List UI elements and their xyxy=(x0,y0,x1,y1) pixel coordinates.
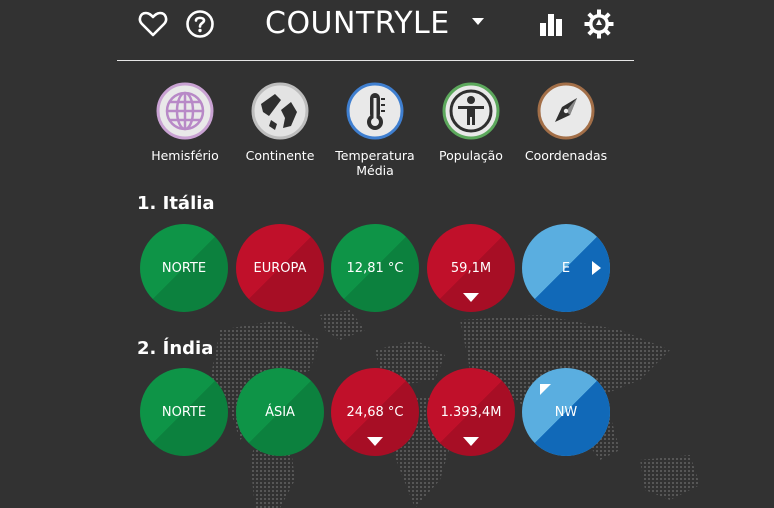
app-title[interactable]: COUNTRYLE xyxy=(265,6,450,46)
category-label: Hemisfério xyxy=(151,148,219,163)
category-label: População xyxy=(439,148,503,163)
category-temperature: Temperatura Média xyxy=(330,82,420,178)
help-icon[interactable] xyxy=(184,8,216,40)
arrow-northwest-icon xyxy=(540,384,551,395)
category-label: Coordenadas xyxy=(524,148,608,163)
arrow-east-icon xyxy=(592,261,601,275)
category-label: Continente xyxy=(245,148,315,163)
hint-temperature: 24,68 °C xyxy=(331,368,419,456)
category-population: População xyxy=(426,82,516,163)
hint-temperature: 12,81 °C xyxy=(331,224,419,312)
hint-hemisphere: NORTE xyxy=(140,224,228,312)
gear-icon[interactable] xyxy=(583,8,615,40)
hint-continent: EUROPA xyxy=(236,224,324,312)
heart-icon[interactable] xyxy=(137,8,169,40)
arrow-down-icon xyxy=(463,293,479,302)
category-coordinates: Coordenadas xyxy=(521,82,611,163)
category-label: Temperatura Média xyxy=(335,148,415,178)
continent-map-icon xyxy=(251,82,309,140)
bar-chart-icon[interactable] xyxy=(536,8,568,40)
hint-population: 1.393,4M xyxy=(427,368,515,456)
guess-title: 2. Índia xyxy=(137,338,214,359)
category-continent: Continente xyxy=(235,82,325,163)
person-icon xyxy=(442,82,500,140)
hint-population: 59,1M xyxy=(427,224,515,312)
hint-hemisphere: NORTE xyxy=(140,368,228,456)
chevron-down-icon[interactable] xyxy=(472,18,484,25)
arrow-down-icon xyxy=(367,437,383,446)
category-hemisphere: Hemisfério xyxy=(140,82,230,163)
hint-direction: E xyxy=(522,224,610,312)
thermometer-icon xyxy=(346,82,404,140)
hint-continent: ÁSIA xyxy=(236,368,324,456)
hint-direction: NW xyxy=(522,368,610,456)
arrow-down-icon xyxy=(463,437,479,446)
compass-icon xyxy=(537,82,595,140)
globe-icon xyxy=(156,82,214,140)
guess-title: 1. Itália xyxy=(137,193,215,214)
